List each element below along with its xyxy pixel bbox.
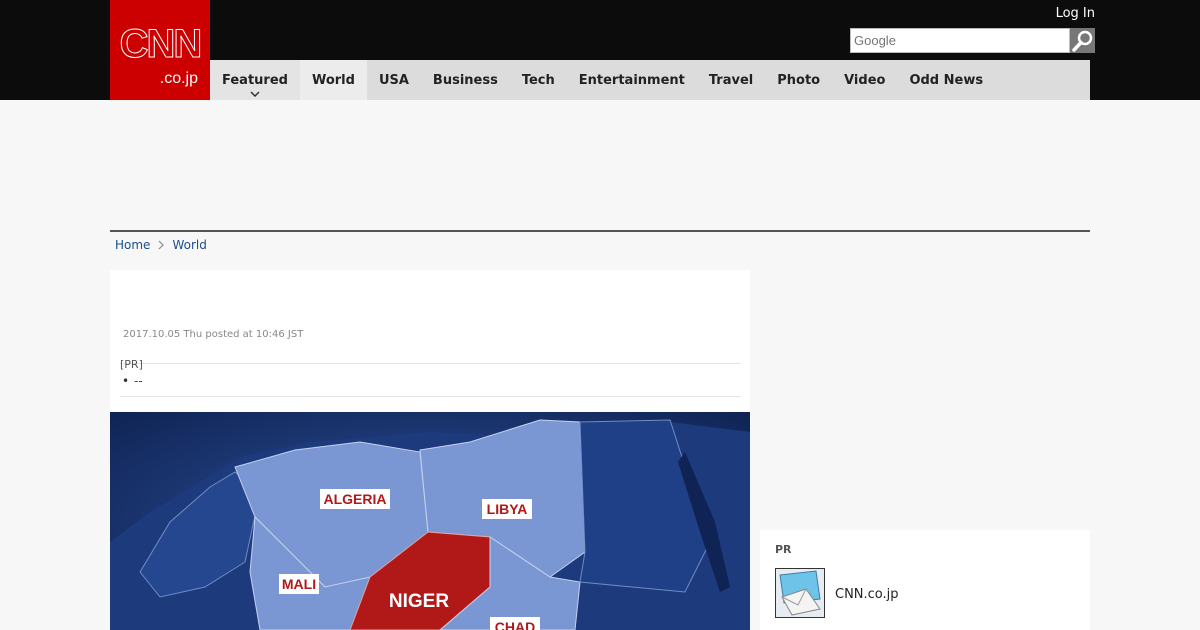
nav-item-photo[interactable]: Photo bbox=[765, 60, 832, 100]
nav-item-label: Business bbox=[432, 72, 498, 88]
nav-item-featured[interactable]: Featured bbox=[210, 60, 300, 100]
bullet: • bbox=[122, 374, 130, 388]
breadcrumb-home[interactable]: Home bbox=[115, 238, 150, 252]
map-label-mali: MALI bbox=[282, 576, 316, 592]
breadcrumb: Home World bbox=[115, 238, 207, 252]
chevron-down-icon bbox=[250, 91, 260, 97]
sidebar-item-name[interactable]: CNN.co.jp bbox=[835, 587, 899, 602]
sidebar-pr-box: PR CNN.co.jp bbox=[760, 530, 1090, 630]
divider bbox=[120, 396, 740, 397]
section-divider bbox=[110, 230, 1090, 232]
nav-item-entertainment[interactable]: Entertainment bbox=[567, 60, 697, 100]
app-thumbnail-icon[interactable] bbox=[775, 568, 825, 618]
nav-item-odd-news[interactable]: Odd News bbox=[897, 60, 995, 100]
cnn-logo[interactable]: CNN .co.jp bbox=[110, 0, 210, 100]
nav-item-label: Tech bbox=[521, 72, 555, 88]
nav-item-label: World bbox=[311, 72, 355, 88]
logo-sub-text: .co.jp bbox=[159, 70, 198, 87]
nav-item-business[interactable]: Business bbox=[421, 60, 510, 100]
pr-label: [PR] bbox=[120, 358, 143, 371]
login-link[interactable]: Log In bbox=[1056, 6, 1095, 21]
nav-item-label: USA bbox=[378, 72, 409, 88]
nav-item-label: Odd News bbox=[909, 72, 984, 88]
nav-item-usa[interactable]: USA bbox=[367, 60, 421, 100]
nav-item-video[interactable]: Video bbox=[832, 60, 897, 100]
map-label-algeria: ALGERIA bbox=[324, 491, 387, 507]
main-nav: Featured World USA Business Tech Enterta… bbox=[210, 60, 1090, 100]
nav-item-world[interactable]: World bbox=[299, 60, 367, 100]
pr-link[interactable]: -- bbox=[134, 374, 143, 388]
article-card: 2017.10.05 Thu posted at 10:46 JST [PR] … bbox=[110, 270, 750, 630]
magnifier-icon bbox=[1071, 30, 1092, 52]
nav-item-travel[interactable]: Travel bbox=[697, 60, 765, 100]
breadcrumb-current[interactable]: World bbox=[172, 238, 206, 252]
nav-item-label: Featured bbox=[222, 72, 288, 88]
search-box bbox=[850, 28, 1095, 53]
map-label-niger: NIGER bbox=[389, 591, 449, 612]
search-input[interactable] bbox=[850, 28, 1070, 53]
nav-item-label: Photo bbox=[777, 72, 821, 88]
article-map-image: ALGERIA LIBYA MALI NIGER CHAD bbox=[110, 412, 750, 630]
sidebar-pr-label: PR bbox=[775, 543, 792, 556]
nav-item-label: Entertainment bbox=[578, 72, 685, 88]
divider bbox=[120, 363, 740, 364]
nav-item-tech[interactable]: Tech bbox=[510, 60, 567, 100]
logo-main-text: CNN bbox=[119, 22, 203, 66]
search-button[interactable] bbox=[1070, 28, 1095, 53]
map-label-chad: CHAD bbox=[495, 619, 535, 630]
nav-item-label: Video bbox=[844, 72, 886, 88]
nav-item-label: Travel bbox=[708, 72, 754, 88]
posted-timestamp: 2017.10.05 Thu posted at 10:46 JST bbox=[123, 329, 304, 340]
map-label-libya: LIBYA bbox=[487, 501, 528, 517]
chevron-right-icon bbox=[158, 240, 165, 250]
pr-link-row: • -- bbox=[122, 374, 143, 388]
